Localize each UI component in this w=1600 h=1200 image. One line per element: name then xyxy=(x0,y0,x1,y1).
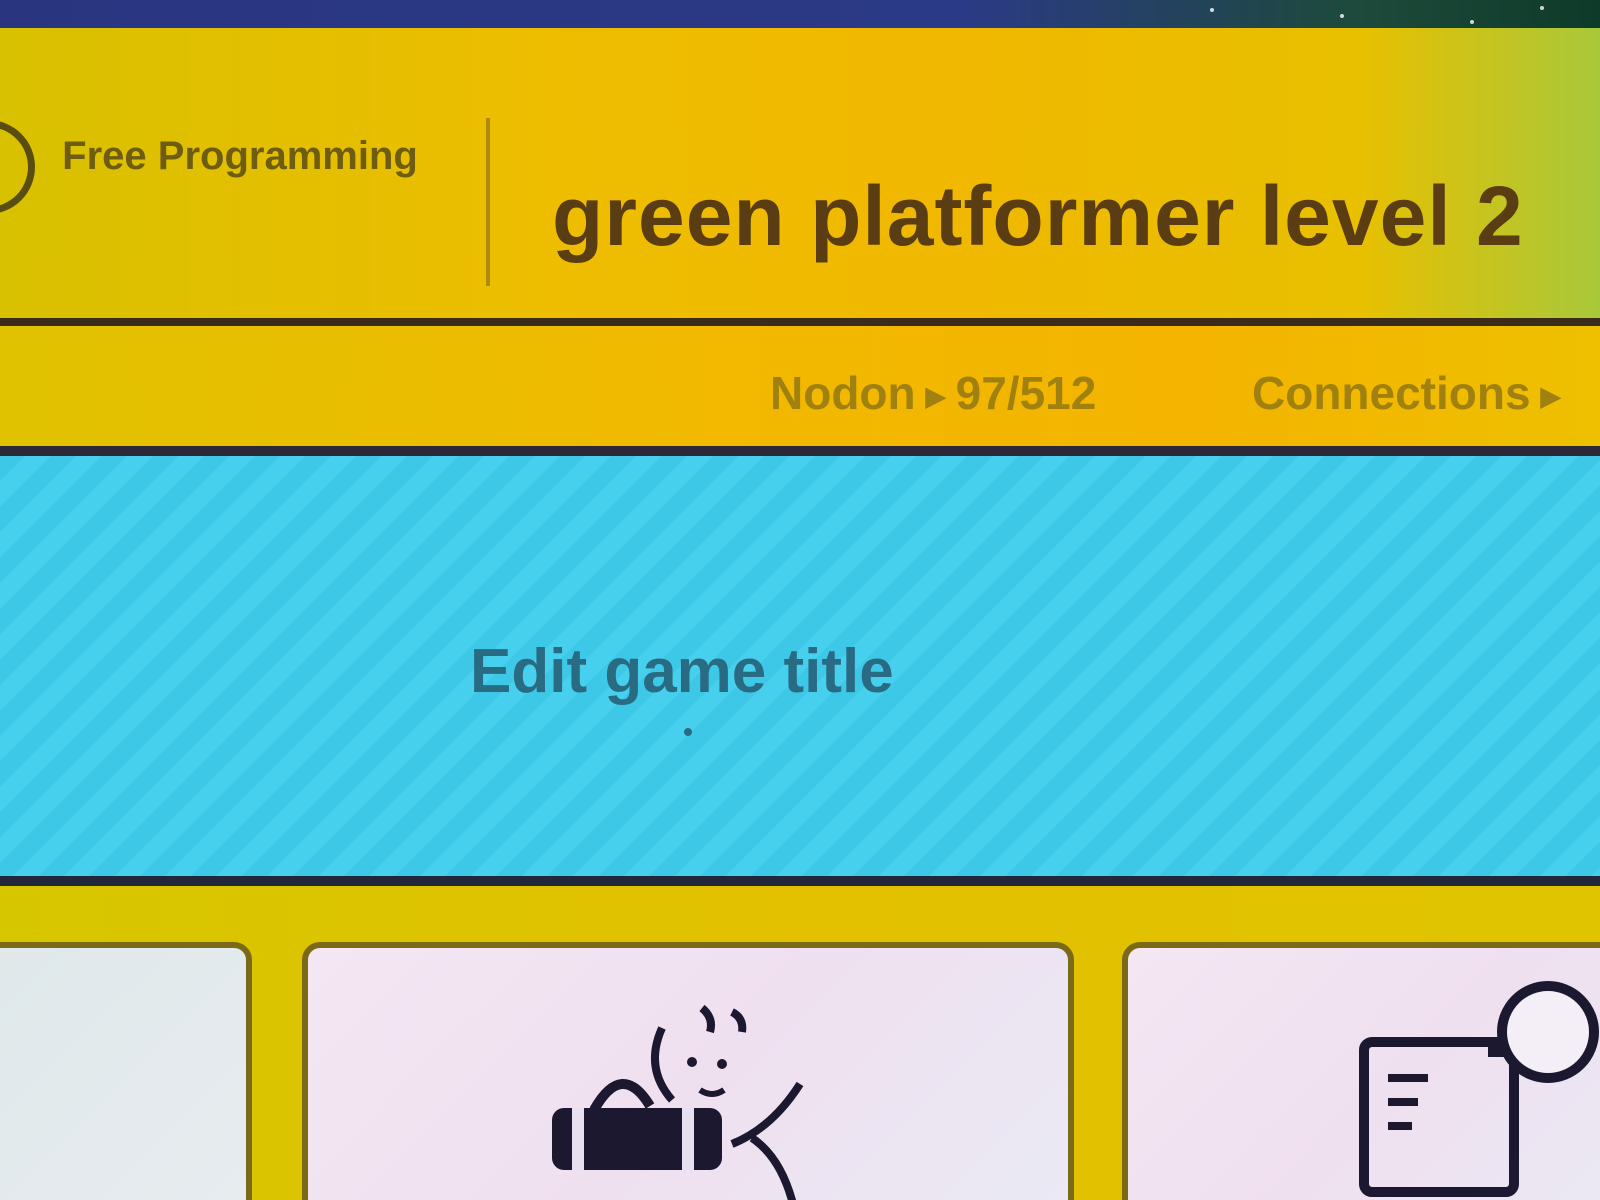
connections-label: Connections xyxy=(1252,367,1531,419)
stats-bar: Nodon ▶ 97/512 Connections ▶ xyxy=(0,326,1600,456)
free-programming-icon[interactable] xyxy=(0,120,35,214)
edit-game-title-button[interactable]: Edit game title xyxy=(0,456,1600,886)
guide-book-icon xyxy=(1359,981,1599,1197)
menu-card-nodon[interactable] xyxy=(302,942,1074,1200)
nodon-count: Nodon ▶ 97/512 xyxy=(770,366,1096,420)
edit-game-title-label: Edit game title xyxy=(470,637,894,706)
arrow-right-icon: ▶ xyxy=(1540,381,1561,412)
nodon-character-icon xyxy=(552,1004,804,1200)
cursor-dot xyxy=(684,728,692,736)
menu-card-left[interactable] xyxy=(0,942,252,1200)
game-screen: Free Programming green platformer level … xyxy=(0,0,1600,1200)
nodon-label: Nodon xyxy=(770,367,916,419)
nodon-value: 97/512 xyxy=(955,367,1097,419)
game-title: green platformer level 2 xyxy=(552,169,1524,263)
menu-card-guide[interactable] xyxy=(1122,942,1600,1200)
arrow-right-icon: ▶ xyxy=(925,381,946,412)
header-bar: Free Programming green platformer level … xyxy=(0,28,1600,326)
bottom-menu xyxy=(0,886,1600,1200)
connections-count: Connections ▶ xyxy=(1252,366,1571,420)
mode-label[interactable]: Free Programming xyxy=(60,128,420,184)
header-divider xyxy=(486,118,490,286)
